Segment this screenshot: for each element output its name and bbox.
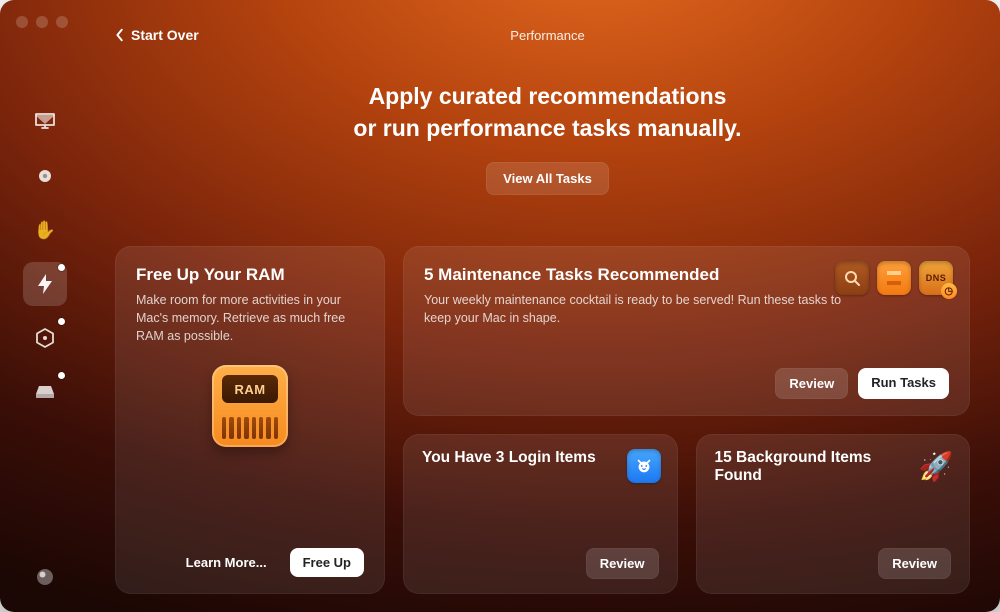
ram-illustration: RAM bbox=[136, 365, 364, 447]
spotlight-reindex-icon bbox=[835, 261, 869, 295]
review-button[interactable]: Review bbox=[878, 548, 951, 579]
sidebar-item-privacy[interactable]: ✋ bbox=[23, 208, 67, 252]
drive-icon bbox=[34, 384, 56, 400]
hero-line: Apply curated recommendations bbox=[369, 83, 727, 109]
review-button[interactable]: Review bbox=[775, 368, 848, 399]
sidebar-item-protection[interactable] bbox=[23, 154, 67, 198]
sidebar: ✋ bbox=[0, 0, 90, 612]
notification-dot bbox=[58, 372, 65, 379]
sidebar-item-cleanup[interactable] bbox=[23, 100, 67, 144]
shield-dot-icon bbox=[36, 167, 54, 185]
notification-dot bbox=[58, 264, 65, 271]
free-up-button[interactable]: Free Up bbox=[290, 548, 364, 577]
review-button[interactable]: Review bbox=[586, 548, 659, 579]
card-title: You Have 3 Login Items bbox=[422, 449, 597, 467]
hero-line: or run performance tasks manually. bbox=[353, 115, 741, 141]
dns-flush-icon: DNS ◷ bbox=[919, 261, 953, 295]
dns-label: DNS bbox=[926, 273, 947, 283]
sidebar-item-performance[interactable] bbox=[23, 262, 67, 306]
app-window: Start Over Performance Apply curated rec… bbox=[0, 0, 1000, 612]
learn-more-button[interactable]: Learn More... bbox=[173, 548, 280, 577]
card-login-items: You Have 3 Login Items Review bbox=[403, 434, 678, 594]
header: Start Over Performance bbox=[115, 24, 980, 46]
ram-chip-label: RAM bbox=[222, 375, 278, 403]
hand-icon: ✋ bbox=[34, 220, 56, 241]
card-title: 15 Background Items Found bbox=[715, 449, 890, 485]
view-all-tasks-button[interactable]: View All Tasks bbox=[486, 162, 609, 195]
disk-repair-icon bbox=[877, 261, 911, 295]
hero: Apply curated recommendations or run per… bbox=[115, 80, 980, 195]
card-desc: Make room for more activities in your Ma… bbox=[136, 291, 364, 345]
card-title: Free Up Your RAM bbox=[136, 265, 364, 285]
sidebar-item-apps[interactable] bbox=[23, 316, 67, 360]
card-desc: Your weekly maintenance cocktail is read… bbox=[424, 291, 854, 327]
card-free-ram: Free Up Your RAM Make room for more acti… bbox=[115, 246, 385, 594]
page-title: Performance bbox=[510, 28, 584, 43]
notification-dot bbox=[58, 318, 65, 325]
card-maintenance: DNS ◷ 5 Maintenance Tasks Recommended Yo… bbox=[403, 246, 970, 416]
hex-icon bbox=[35, 328, 55, 348]
sidebar-bottom bbox=[30, 562, 60, 592]
hero-heading: Apply curated recommendations or run per… bbox=[115, 80, 980, 144]
chevron-left-icon bbox=[115, 28, 125, 42]
run-tasks-button[interactable]: Run Tasks bbox=[858, 368, 949, 399]
sidebar-item-files[interactable] bbox=[23, 370, 67, 414]
clock-badge-icon: ◷ bbox=[941, 283, 957, 299]
mac-icon bbox=[33, 112, 57, 132]
sidebar-item-assistant[interactable] bbox=[30, 562, 60, 592]
login-item-app-icon bbox=[627, 449, 661, 483]
rocket-icon: 🚀 bbox=[919, 449, 953, 483]
back-button[interactable]: Start Over bbox=[115, 27, 199, 43]
maintenance-icons: DNS ◷ bbox=[835, 261, 953, 295]
orb-icon bbox=[35, 567, 55, 587]
card-background-items: 🚀 15 Background Items Found Review bbox=[696, 434, 971, 594]
cards-grid: Free Up Your RAM Make room for more acti… bbox=[115, 246, 970, 594]
bolt-icon bbox=[35, 273, 55, 295]
bottom-cards: You Have 3 Login Items Review 🚀 15 Backg… bbox=[403, 434, 970, 594]
ram-chip-icon: RAM bbox=[212, 365, 288, 447]
ram-chip-pins bbox=[222, 417, 278, 439]
back-label: Start Over bbox=[131, 27, 199, 43]
